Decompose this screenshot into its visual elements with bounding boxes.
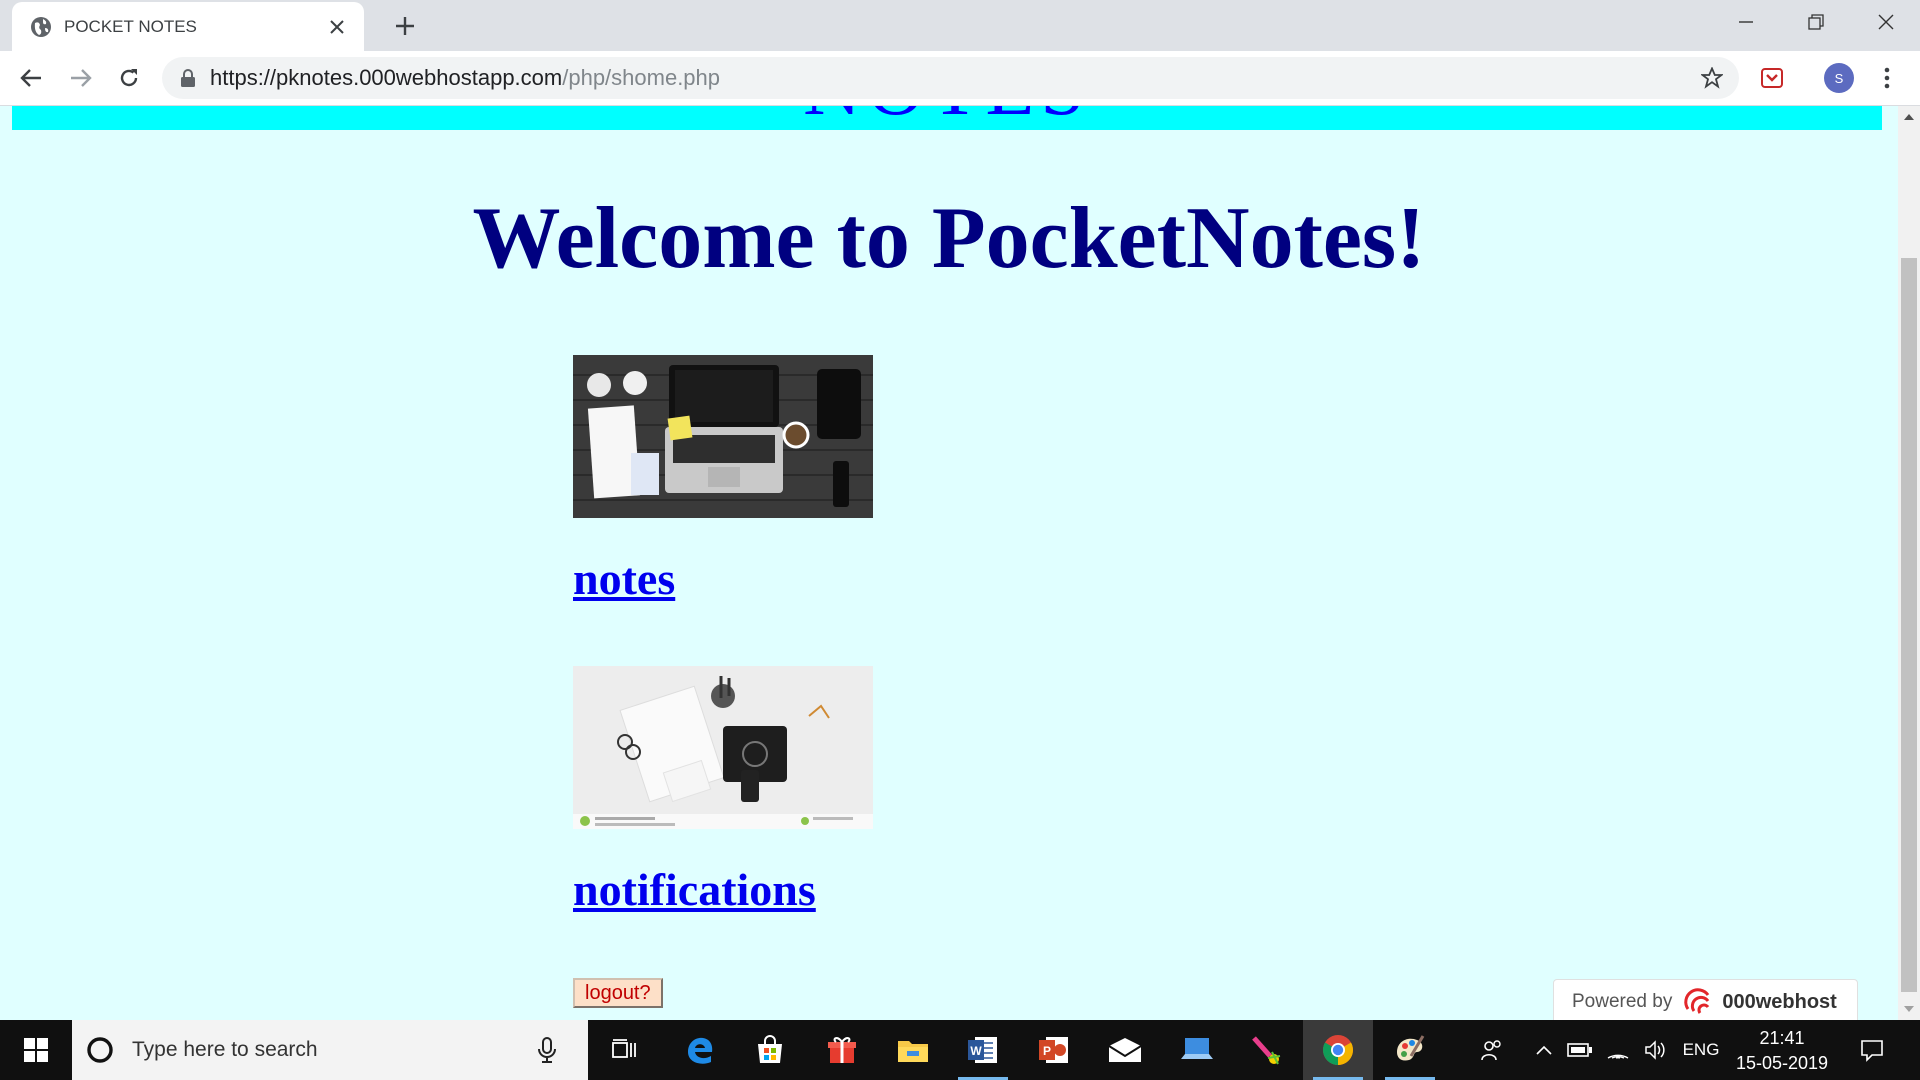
chrome-icon[interactable] bbox=[1303, 1020, 1373, 1080]
minimize-icon[interactable] bbox=[1712, 0, 1780, 44]
powered-by-badge[interactable]: Powered by 000webhost bbox=[1553, 979, 1858, 1020]
forward-arrow-icon[interactable] bbox=[62, 59, 100, 97]
word-icon[interactable]: W bbox=[948, 1020, 1018, 1080]
task-view-icon[interactable] bbox=[589, 1020, 659, 1080]
new-tab-button[interactable] bbox=[388, 10, 422, 42]
url-path: /php/shome.php bbox=[562, 65, 721, 90]
powerpoint-icon[interactable]: P bbox=[1019, 1020, 1089, 1080]
tab-close-icon[interactable] bbox=[322, 12, 352, 42]
store-icon[interactable] bbox=[735, 1020, 805, 1080]
logout-button[interactable]: logout? bbox=[573, 978, 663, 1008]
banner-title: NOTES bbox=[12, 106, 1882, 128]
scroll-up-arrow-icon[interactable] bbox=[1898, 106, 1920, 128]
powered-by-label: Powered by bbox=[1572, 991, 1673, 1012]
chevron-up-icon[interactable] bbox=[1530, 1020, 1558, 1080]
pocket-extension-icon[interactable] bbox=[1757, 63, 1787, 93]
volume-icon[interactable] bbox=[1638, 1020, 1674, 1080]
system-clock[interactable]: 21:41 15-05-2019 bbox=[1734, 1020, 1830, 1080]
notes-image[interactable] bbox=[573, 355, 873, 518]
taskbar-search-box[interactable]: Type here to search bbox=[72, 1020, 588, 1080]
laptop-app-icon[interactable] bbox=[1162, 1020, 1232, 1080]
globe-icon bbox=[31, 16, 51, 37]
tab-strip: POCKET NOTES bbox=[0, 0, 1920, 51]
notes-link[interactable]: notes bbox=[573, 552, 675, 605]
language-indicator[interactable]: ENG bbox=[1678, 1020, 1724, 1080]
restore-icon[interactable] bbox=[1782, 0, 1850, 44]
search-placeholder: Type here to search bbox=[132, 1038, 318, 1061]
bookmark-star-icon[interactable] bbox=[1695, 61, 1729, 95]
tab-title: POCKET NOTES bbox=[64, 16, 197, 36]
wifi-icon[interactable] bbox=[1600, 1020, 1636, 1080]
microphone-icon[interactable] bbox=[536, 1036, 558, 1064]
powered-brand: 000webhost bbox=[1722, 990, 1837, 1013]
edge-browser-icon[interactable] bbox=[665, 1020, 735, 1080]
snipping-tool-icon[interactable] bbox=[1232, 1020, 1302, 1080]
windows-taskbar: Type here to search W P ENG 21:41 15-05-… bbox=[0, 1020, 1920, 1080]
svg-text:P: P bbox=[1043, 1044, 1051, 1058]
action-center-icon[interactable] bbox=[1850, 1020, 1894, 1080]
file-explorer-icon[interactable] bbox=[878, 1020, 948, 1080]
notifications-link[interactable]: notifications bbox=[573, 863, 816, 916]
lock-icon bbox=[181, 69, 195, 87]
paint-icon[interactable] bbox=[1375, 1020, 1445, 1080]
window-close-icon[interactable] bbox=[1852, 0, 1920, 44]
clock-date: 15-05-2019 bbox=[1735, 1053, 1829, 1073]
notifications-image[interactable] bbox=[573, 666, 873, 829]
url-text: https://pknotes.000webhostapp.com/php/sh… bbox=[210, 65, 1695, 91]
menu-kebab-icon[interactable] bbox=[1872, 63, 1902, 93]
page-title: Welcome to PocketNotes! bbox=[472, 190, 1426, 287]
back-arrow-icon[interactable] bbox=[12, 59, 50, 97]
people-icon[interactable] bbox=[1474, 1020, 1510, 1080]
site-header-banner: NOTES bbox=[12, 106, 1882, 130]
page-scrollbar[interactable] bbox=[1898, 106, 1920, 1020]
scroll-down-arrow-icon[interactable] bbox=[1898, 998, 1920, 1020]
clock-time: 21:41 bbox=[1759, 1028, 1805, 1048]
scroll-thumb[interactable] bbox=[1901, 258, 1917, 992]
browser-toolbar: https://pknotes.000webhostapp.com/php/sh… bbox=[0, 51, 1920, 106]
cortana-circle-icon bbox=[87, 1037, 113, 1063]
gift-app-icon[interactable] bbox=[807, 1020, 877, 1080]
url-host: https://pknotes.000webhostapp.com bbox=[210, 65, 563, 90]
mail-icon[interactable] bbox=[1090, 1020, 1160, 1080]
windows-start-icon[interactable] bbox=[0, 1020, 72, 1080]
battery-icon[interactable] bbox=[1562, 1020, 1598, 1080]
000webhost-logo-icon bbox=[1684, 988, 1710, 1014]
address-bar[interactable]: https://pknotes.000webhostapp.com/php/sh… bbox=[162, 57, 1739, 99]
browser-tab[interactable]: POCKET NOTES bbox=[12, 2, 364, 51]
reload-icon[interactable] bbox=[110, 59, 148, 97]
page-viewport: NOTES Welcome to PocketNotes! notes bbox=[0, 106, 1898, 1020]
profile-avatar[interactable]: S bbox=[1824, 63, 1854, 93]
svg-text:W: W bbox=[970, 1044, 982, 1058]
